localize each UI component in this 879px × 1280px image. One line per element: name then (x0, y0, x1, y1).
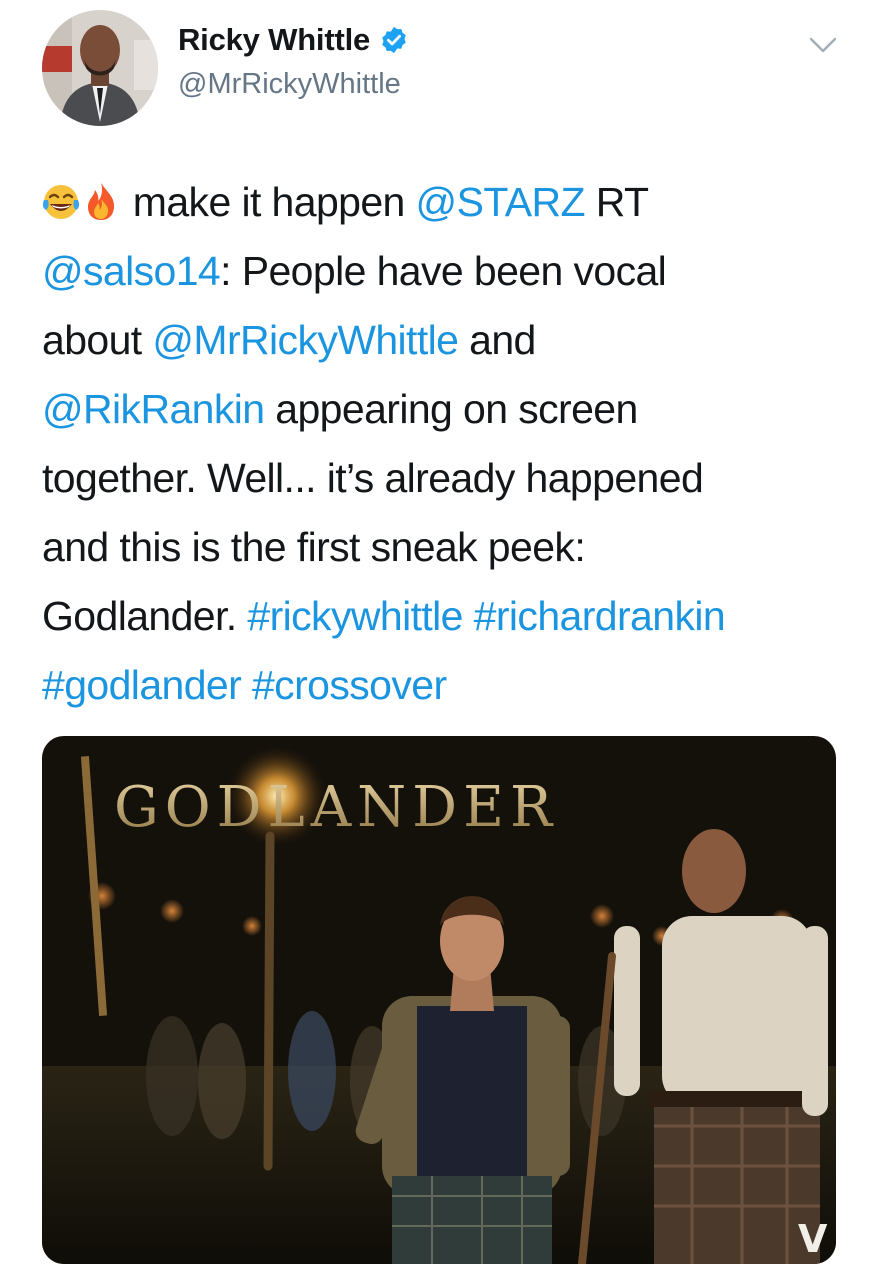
verified-badge-icon (379, 25, 409, 55)
tweet-text-segment: make it happen (132, 179, 416, 225)
hashtag-godlander[interactable]: #godlander (42, 662, 242, 708)
user-handle[interactable]: @MrRickyWhittle (178, 68, 401, 101)
hashtag-rickywhittle[interactable]: #rickywhittle (247, 593, 463, 639)
tweet-line: about @MrRickyWhittle and (42, 306, 852, 375)
display-name[interactable]: Ricky Whittle (178, 22, 370, 58)
tweet-text-segment: RT (584, 179, 649, 225)
tweet-line: @RikRankin appearing on screen (42, 375, 852, 444)
mention-rikrankin[interactable]: @RikRankin (42, 386, 265, 432)
tweet-text-segment: appearing on screen (264, 386, 638, 432)
tweet-header: Ricky Whittle @MrRickyWhittle (0, 0, 879, 140)
face-with-tears-of-joy-icon (42, 180, 80, 222)
media-title-text: GODLANDER (114, 775, 558, 840)
mention-mrrickywhittle[interactable]: @MrRickyWhittle (152, 317, 459, 363)
tweet-text: make it happen @STARZ RT @salso14: Peopl… (42, 168, 852, 720)
tweet-text-segment: Godlander. (42, 593, 248, 639)
tweet-line: Godlander. #rickywhittle #richardrankin (42, 582, 852, 651)
tweet-text-segment: and this is the first sneak peek: (42, 524, 586, 570)
tweet-line: @salso14: People have been vocal (42, 237, 852, 306)
tweet-line: together. Well... it’s already happened (42, 444, 852, 513)
tweet-media-image[interactable]: GODLANDER V (42, 736, 836, 1264)
chevron-down-icon[interactable] (808, 34, 838, 56)
tweet-line: and this is the first sneak peek: (42, 513, 852, 582)
hashtag-richardrankin[interactable]: #richardrankin (474, 593, 726, 639)
avatar[interactable] (42, 10, 158, 126)
mention-salso14[interactable]: @salso14 (42, 248, 221, 294)
tweet-line: make it happen @STARZ RT (42, 168, 852, 237)
hashtag-crossover[interactable]: #crossover (252, 662, 447, 708)
fire-icon (82, 180, 120, 222)
tweet-text-segment: about (42, 317, 153, 363)
mention-starz[interactable]: @STARZ (416, 179, 586, 225)
tweet-text-segment: : People have been vocal (220, 248, 667, 294)
tweet-text-segment (241, 662, 252, 708)
name-row: Ricky Whittle (178, 22, 409, 58)
tweet-text-segment: together. Well... it’s already happened (42, 455, 704, 501)
tweet-line: #godlander #crossover (42, 651, 852, 720)
tweet-text-segment (463, 593, 474, 639)
tweet-text-segment: and (458, 317, 536, 363)
corner-watermark: V (798, 1217, 828, 1261)
